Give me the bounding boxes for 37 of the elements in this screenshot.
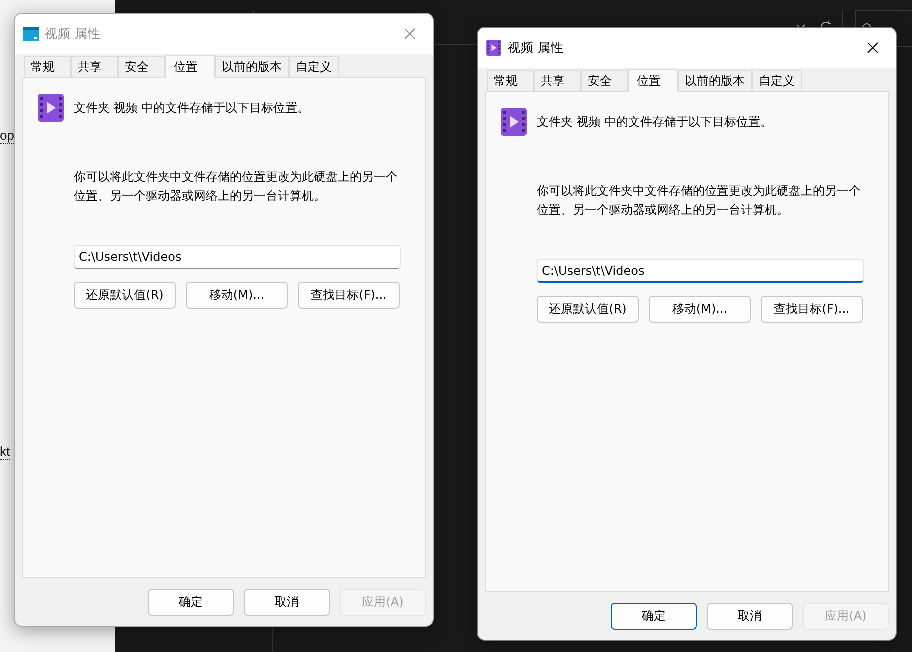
dialog-button[interactable]: 确定 bbox=[148, 588, 234, 616]
window-icon bbox=[23, 27, 39, 41]
tab[interactable]: 安全 bbox=[581, 70, 628, 91]
action-button[interactable]: 移动(M)... bbox=[649, 296, 751, 323]
tab[interactable]: 自定义 bbox=[289, 56, 339, 77]
window-title: 视频 属性 bbox=[508, 40, 565, 56]
tab[interactable]: 以前的版本 bbox=[678, 70, 752, 91]
description-text: 你可以将此文件夹中文件存储的位置更改为此硬盘上的另一个位置、另一个驱动器或网络上的另一台计算机。 bbox=[74, 169, 399, 205]
tab[interactable]: 安全 bbox=[118, 56, 165, 77]
location-heading: 文件夹 视频 中的文件存储于以下目标位置。 bbox=[537, 114, 773, 130]
close-icon bbox=[867, 42, 879, 54]
sidebar-item[interactable]: kt bbox=[0, 444, 10, 460]
tab[interactable]: 共享 bbox=[71, 56, 118, 77]
tab[interactable]: 共享 bbox=[534, 70, 581, 91]
tab[interactable]: 位置 bbox=[165, 55, 215, 78]
action-button[interactable]: 移动(M)... bbox=[186, 282, 288, 309]
tab[interactable]: 自定义 bbox=[752, 70, 802, 91]
video-folder-icon bbox=[500, 108, 528, 136]
action-button[interactable]: 查找目标(F)... bbox=[298, 282, 400, 309]
video-icon bbox=[486, 40, 502, 56]
close-icon bbox=[404, 28, 416, 40]
path-field[interactable]: C:\Users\t\Videos bbox=[537, 259, 864, 283]
video-folder-icon bbox=[37, 94, 65, 122]
action-button[interactable]: 还原默认值(R) bbox=[537, 296, 639, 323]
path-field[interactable]: C:\Users\t\Videos bbox=[74, 245, 401, 269]
tab[interactable]: 位置 bbox=[628, 69, 678, 92]
action-button[interactable]: 查找目标(F)... bbox=[761, 296, 863, 323]
action-button[interactable]: 还原默认值(R) bbox=[74, 282, 176, 309]
dialog-button[interactable]: 取消 bbox=[244, 588, 330, 616]
location-heading: 文件夹 视频 中的文件存储于以下目标位置。 bbox=[74, 100, 310, 116]
tab[interactable]: 常规 bbox=[487, 70, 534, 91]
tab[interactable]: 以前的版本 bbox=[215, 56, 289, 77]
dialog-button[interactable]: 取消 bbox=[707, 602, 793, 630]
tab[interactable]: 常规 bbox=[24, 56, 71, 77]
window-title: 视频 属性 bbox=[45, 26, 102, 42]
dialog-button[interactable]: 确定 bbox=[611, 602, 697, 630]
description-text: 你可以将此文件夹中文件存储的位置更改为此硬盘上的另一个位置、另一个驱动器或网络上的另一台计算机。 bbox=[537, 183, 862, 219]
